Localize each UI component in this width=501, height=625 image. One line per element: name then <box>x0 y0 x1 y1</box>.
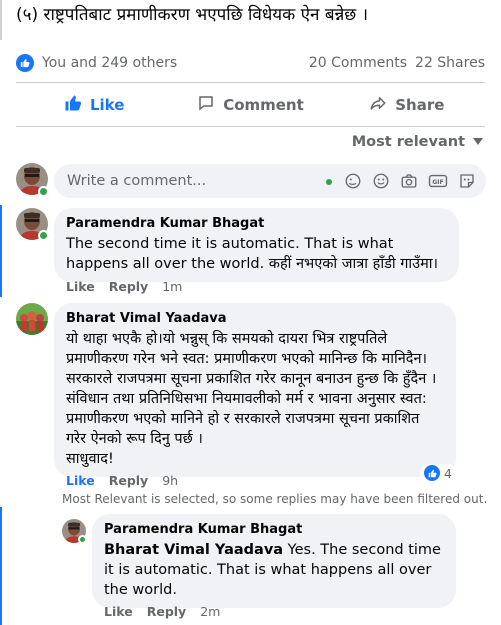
online-status-icon <box>78 535 87 544</box>
comment-author-name[interactable]: Paramendra Kumar Bhagat <box>66 215 447 232</box>
comment-text-line: सरकारले राजपत्रमा सूचना प्रकाशित गरेर का… <box>66 371 437 387</box>
comment-timestamp[interactable]: 1m <box>162 279 182 294</box>
comment-reply-link[interactable]: Reply <box>109 473 148 488</box>
comments-count-link[interactable]: 20 Comments <box>309 55 407 71</box>
gif-icon[interactable]: GIF <box>428 172 448 194</box>
like-button[interactable]: Like <box>16 88 172 122</box>
comment-author-avatar[interactable] <box>16 303 48 335</box>
share-arrow-icon <box>369 94 387 116</box>
stats-divider <box>16 82 485 83</box>
avatar-sticker-icon[interactable] <box>344 172 362 194</box>
comment-text-line: संविधान तथा प्रतिनिधिसभा नियमावलीको मर्म… <box>66 391 427 407</box>
caret-down-icon <box>473 134 483 150</box>
post-left-border <box>0 0 2 40</box>
comment-author-name[interactable]: Bharat Vimal Yaadava <box>66 310 444 327</box>
comment-text-line: गरेर ऐनको रूप दिनु पर्छ । <box>66 431 203 447</box>
composer-toolbar: GIF <box>344 172 476 194</box>
comment-like-link[interactable]: Like <box>66 473 95 488</box>
comment-bubble: Bharat Vimal Yaadava यो थाहा भएकै हो।यो … <box>54 303 456 477</box>
reply-timestamp[interactable]: 2m <box>200 604 220 619</box>
reply-meta: Like Reply 2m <box>104 604 220 619</box>
thread-indicator-line <box>0 507 2 625</box>
thumbs-up-icon <box>64 94 82 116</box>
like-button-label: Like <box>89 96 125 114</box>
reply-bubble: Paramendra Kumar Bhagat Bharat Vimal Yaa… <box>92 514 456 608</box>
comment-bubble-icon <box>197 94 215 116</box>
reply-text: Bharat Vimal Yaadava Yes. The second tim… <box>104 540 444 600</box>
reply-author-name[interactable]: Paramendra Kumar Bhagat <box>104 521 444 538</box>
comment-sort-dropdown[interactable]: Most relevant <box>352 134 483 150</box>
comment-text-line: प्रमाणीकरण गरेन भने स्वत: प्रमाणीकरण भएक… <box>66 351 428 367</box>
actions-divider <box>16 126 485 127</box>
online-status-icon <box>38 186 49 197</box>
comment-text: यो थाहा भएकै हो।यो भन्नुस् कि समयको दायर… <box>66 329 444 469</box>
reactions-count-text: You and 249 others <box>42 55 178 71</box>
typing-indicator-icon <box>326 179 332 185</box>
comment-bubble: Paramendra Kumar Bhagat The second time … <box>54 208 459 282</box>
comment-text-line: यो थाहा भएकै हो।यो भन्नुस् कि समयको दायर… <box>66 331 388 347</box>
post-action-bar: Like Comment Share <box>16 88 485 122</box>
comment-like-link[interactable]: Like <box>66 279 95 294</box>
shares-count-link[interactable]: 22 Shares <box>415 55 485 71</box>
comment-reaction-count[interactable]: 4 <box>420 464 456 482</box>
comment-button[interactable]: Comment <box>172 88 328 122</box>
filtered-replies-note: Most Relevant is selected, so some repli… <box>62 492 488 506</box>
comment-input[interactable]: Write a comment... <box>67 173 206 189</box>
svg-text:GIF: GIF <box>432 179 444 186</box>
sticker-icon[interactable] <box>458 172 476 194</box>
comment-timestamp[interactable]: 9h <box>162 473 178 488</box>
reaction-count-text: 4 <box>444 465 452 481</box>
share-button[interactable]: Share <box>329 88 485 122</box>
share-button-label: Share <box>395 96 445 114</box>
comment-reply-link[interactable]: Reply <box>109 279 148 294</box>
reply-like-link[interactable]: Like <box>104 604 133 619</box>
comment-text-line: प्रमाणीकरण भएको मानिने हो र सरकारले राजप… <box>66 411 420 427</box>
mentioned-user-tag[interactable]: Bharat Vimal Yaadava <box>104 542 283 558</box>
comment-button-label: Comment <box>223 96 304 114</box>
sort-label: Most relevant <box>351 134 465 150</box>
reaction-stats-bar: You and 249 others 20 Comments 22 Shares <box>16 50 485 76</box>
like-reaction-icon <box>16 54 34 72</box>
comment-composer[interactable]: Write a comment... GIF <box>54 164 486 198</box>
online-status-icon <box>38 230 49 241</box>
reply-reply-link[interactable]: Reply <box>147 604 186 619</box>
reaction-summary[interactable]: You and 249 others <box>16 54 177 72</box>
comment-text: The second time it is automatic. That is… <box>66 236 439 272</box>
comment-meta: Like Reply 1m <box>66 279 182 294</box>
emoji-icon[interactable] <box>372 172 390 194</box>
comment-text-line: साधुवाद! <box>66 451 114 467</box>
post-text-line: (५) राष्ट्रपतिबाट प्रमाणीकरण भएपछि विधेय… <box>16 5 369 25</box>
thread-indicator-line <box>0 205 2 297</box>
comment-meta: Like Reply 9h <box>66 473 178 488</box>
like-reaction-icon <box>424 465 440 481</box>
camera-icon[interactable] <box>400 172 418 194</box>
